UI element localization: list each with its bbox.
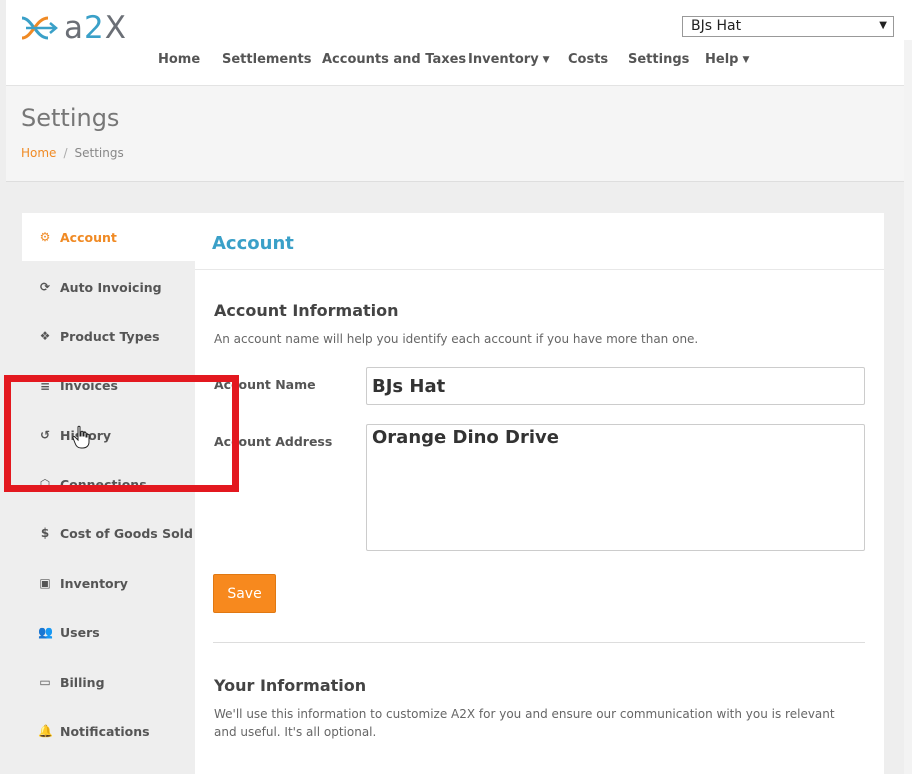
dropdown-caret-icon: ▼	[879, 20, 887, 31]
sidebar-item-label: Inventory	[60, 575, 128, 591]
gears-icon: ⚙	[39, 230, 51, 244]
page-title: Settings	[21, 104, 120, 132]
history-icon: ↺	[39, 428, 51, 442]
sidebar-item-users[interactable]: 👥 Users	[22, 608, 195, 656]
nav-costs[interactable]: Costs	[568, 52, 608, 67]
sidebar-item-auto-invoicing[interactable]: ⟳ Auto Invoicing	[22, 263, 195, 311]
dollar-icon: $	[40, 526, 50, 540]
breadcrumb-separator: /	[63, 146, 68, 160]
caret-down-icon: ▼	[742, 54, 750, 65]
section-divider	[213, 642, 865, 643]
account-selector-value: BJs Hat	[691, 18, 742, 34]
sidebar-item-label: Users	[60, 624, 100, 640]
sidebar-item-label: Cost of Goods Sold	[60, 525, 193, 541]
sidebar-item-product-types[interactable]: ❖ Product Types	[22, 312, 195, 360]
sidebar-item-label: Notifications	[60, 723, 150, 739]
nav-accounts-and-taxes[interactable]: Accounts and Taxes	[322, 52, 466, 67]
sidebar-item-label: Invoices	[60, 377, 118, 393]
credit-card-icon: ▭	[39, 675, 51, 689]
nav-home[interactable]: Home	[158, 52, 200, 67]
account-panel: Account Account Information An account n…	[195, 213, 884, 774]
top-bar: a2X BJs Hat ▼ Home Settlements Accounts …	[6, 0, 912, 86]
save-button[interactable]: Save	[213, 574, 276, 613]
settings-sidebar: ⚙ Account ⟳ Auto Invoicing ❖ Product Typ…	[22, 213, 195, 774]
sidebar-item-label: Auto Invoicing	[60, 279, 162, 295]
archive-icon: ▣	[39, 576, 51, 590]
sidebar-item-invoices[interactable]: ≣ Invoices	[22, 361, 195, 409]
panel-header: Account	[195, 213, 884, 270]
sidebar-item-label: Billing	[60, 674, 105, 690]
scrollbar[interactable]	[904, 40, 912, 774]
account-name-label: Account Name	[214, 377, 316, 392]
refresh-icon: ⟳	[39, 280, 51, 294]
a2x-logo[interactable]: a2X	[20, 10, 127, 46]
nav-settlements[interactable]: Settlements	[222, 52, 311, 67]
nav-inventory[interactable]: Inventory ▼	[468, 52, 550, 67]
sidebar-item-cost-of-goods-sold[interactable]: $ Cost of Goods Sold	[22, 509, 195, 557]
breadcrumb-home[interactable]: Home	[21, 146, 56, 160]
sidebar-item-label: Account	[60, 229, 117, 245]
caret-down-icon: ▼	[542, 54, 550, 65]
your-information-description: We'll use this information to customize …	[214, 707, 835, 739]
sidebar-item-connections[interactable]: ⬡ Connections	[22, 460, 195, 508]
account-address-label: Account Address	[214, 434, 333, 449]
your-information-heading: Your Information	[214, 676, 367, 695]
sidebar-item-billing[interactable]: ▭ Billing	[22, 658, 195, 706]
account-information-description: An account name will help you identify e…	[214, 332, 699, 346]
nav-help[interactable]: Help ▼	[705, 52, 749, 67]
sidebar-item-label: Product Types	[60, 328, 160, 344]
panel-title: Account	[212, 233, 294, 254]
sidebar-item-notifications[interactable]: 🔔 Notifications	[22, 707, 195, 755]
database-icon: ≣	[39, 378, 51, 392]
bell-icon: 🔔	[38, 724, 53, 738]
nav-settings[interactable]: Settings	[628, 52, 689, 67]
sidebar-item-history[interactable]: ↺ History	[22, 411, 195, 459]
logo-wordmark: a2X	[64, 10, 127, 46]
account-name-input[interactable]	[366, 367, 865, 405]
breadcrumb-current: Settings	[74, 146, 124, 160]
sidebar-item-account[interactable]: ⚙ Account	[22, 213, 195, 261]
account-selector[interactable]: BJs Hat ▼	[682, 16, 894, 37]
sidebar-item-inventory[interactable]: ▣ Inventory	[22, 559, 195, 607]
cubes-icon: ❖	[39, 329, 51, 343]
users-icon: 👥	[38, 625, 53, 639]
hand-cursor-icon	[72, 425, 90, 449]
page-header: Settings Home / Settings	[6, 86, 912, 182]
plug-icon: ⬡	[39, 477, 51, 491]
account-information-heading: Account Information	[214, 301, 399, 320]
breadcrumb: Home / Settings	[21, 146, 124, 160]
account-address-input[interactable]: Orange Dino Drive	[366, 424, 865, 551]
logo-mark-icon	[21, 16, 58, 40]
sidebar-item-label: Connections	[60, 476, 147, 492]
